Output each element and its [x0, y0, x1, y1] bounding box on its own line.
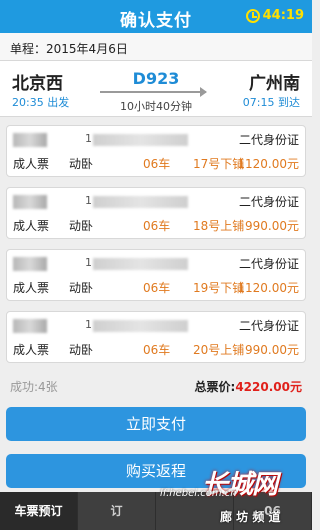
ticket-type: 成人票: [13, 219, 50, 233]
trip-date-bar: 单程： 2015年4月6日: [0, 33, 312, 61]
passenger-card: 1 二代身份证 成人票 动卧 06车 19号下铺 1120.00元: [6, 249, 306, 301]
passenger-card: 1 二代身份证 成人票 动卧 06车 17号下铺 1120.00元: [6, 125, 306, 177]
passenger-card: 1 二代身份证 成人票 动卧 06车 18号上铺 990.00元: [6, 187, 306, 239]
countdown-timer: 44:19: [245, 8, 304, 23]
watermark-url: lf.hebei.com.cn: [160, 488, 237, 499]
seat-class: 动卧: [69, 343, 94, 357]
passenger-id-lead: 1: [85, 132, 92, 145]
ticket-price: 990.00元: [245, 219, 299, 233]
total-price-amount: 4220.00元: [235, 380, 302, 394]
total-price: 总票价:4220.00元: [195, 378, 302, 395]
ticket-type: 成人票: [13, 343, 50, 357]
seat-class: 动卧: [69, 219, 94, 233]
success-count: 成功:4张: [10, 380, 58, 394]
id-document-type: 二代身份证: [238, 133, 299, 147]
route-arrow-icon: [100, 87, 207, 97]
tab-ticket-booking[interactable]: 车票预订: [0, 492, 78, 530]
ticket-price: 1120.00元: [237, 281, 299, 295]
seat-number: 18号上铺: [193, 219, 245, 233]
arrival-station: 广州南: [249, 74, 300, 94]
arrival-time: 07:15 到达: [242, 96, 300, 109]
order-summary: 成功:4张 总票价:4220.00元: [10, 378, 302, 396]
total-price-label: 总票价:: [194, 380, 236, 394]
car-number: 06车: [143, 219, 171, 233]
seat-class: 动卧: [69, 281, 94, 295]
seat-number: 20号上铺: [193, 343, 245, 357]
passenger-id-blurred: [93, 196, 188, 208]
passenger-id-lead: 1: [85, 318, 92, 331]
passenger-name-blurred: [13, 257, 47, 271]
countdown-text: 44:19: [262, 8, 304, 23]
passenger-id-lead: 1: [85, 256, 92, 269]
ticket-type: 成人票: [13, 281, 50, 295]
pay-now-button[interactable]: 立即支付: [6, 407, 306, 441]
trip-type-label: 单程：: [10, 42, 47, 56]
car-number: 06车: [143, 157, 171, 171]
car-number: 06车: [143, 281, 171, 295]
title-bar: 确认支付 44:19: [0, 0, 312, 33]
passenger-id-blurred: [93, 258, 188, 270]
seat-class: 动卧: [69, 157, 94, 171]
passenger-card: 1 二代身份证 成人票 动卧 06车 20号上铺 990.00元: [6, 311, 306, 363]
id-document-type: 二代身份证: [238, 257, 299, 271]
passenger-id-blurred: [93, 320, 188, 332]
watermark-subtitle: 廊 坊 频 道: [220, 510, 281, 524]
passenger-name-blurred: [13, 319, 47, 333]
ticket-type: 成人票: [13, 157, 50, 171]
clock-icon: [245, 8, 260, 23]
passenger-id-blurred: [93, 134, 188, 146]
ticket-price: 1120.00元: [237, 157, 299, 171]
watermark: 长城网 lf.hebei.com.cn 廊 坊 频 道: [160, 462, 312, 530]
train-info: 北京西 20:35 出发 D923 10小时40分钟 广州南 07:15 到达: [0, 61, 312, 117]
trip-date: 2015年4月6日: [46, 42, 128, 56]
passenger-id-lead: 1: [85, 194, 92, 207]
car-number: 06车: [143, 343, 171, 357]
passenger-name-blurred: [13, 133, 47, 147]
ticket-price: 990.00元: [245, 343, 299, 357]
id-document-type: 二代身份证: [238, 319, 299, 333]
id-document-type: 二代身份证: [238, 195, 299, 209]
passenger-name-blurred: [13, 195, 47, 209]
tab-orders[interactable]: 订: [78, 492, 156, 530]
